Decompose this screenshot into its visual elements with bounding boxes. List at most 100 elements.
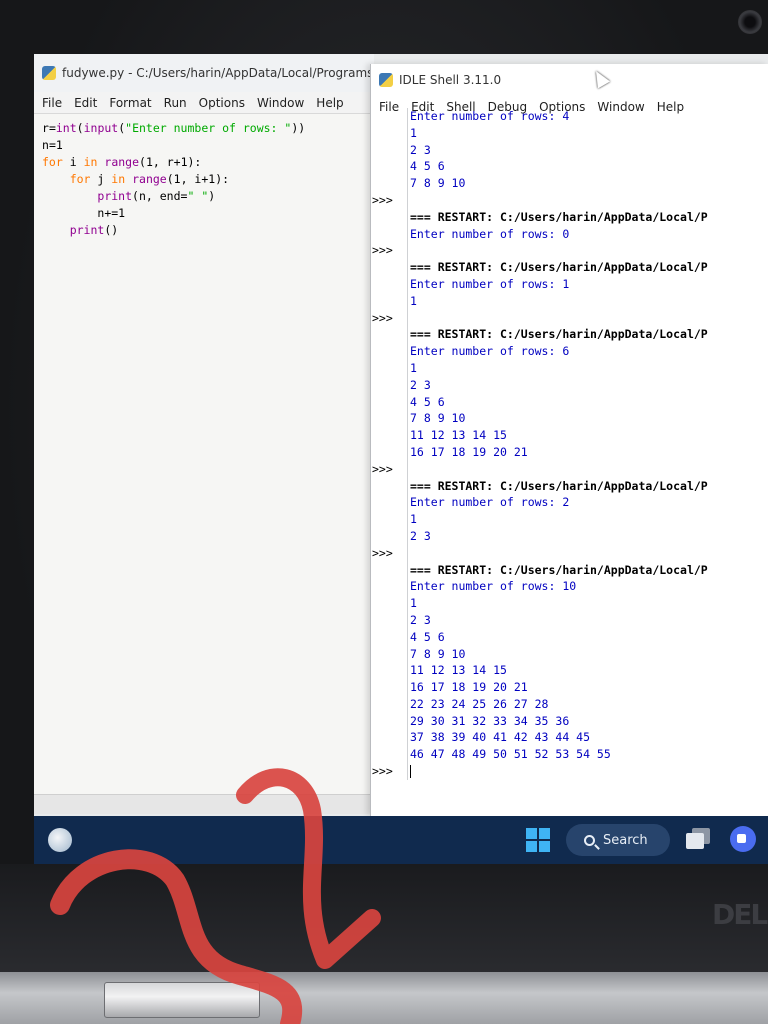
shell-prompt: >>> [372,461,393,476]
shell-output-line: 4 5 6 [410,629,445,644]
webcam-icon [738,10,762,34]
shell-prompt [371,142,405,159]
shell-prompt [371,427,405,444]
shell-prompt [371,360,405,377]
shell-prompt: >>> [372,545,393,560]
shell-prompt [371,226,405,243]
shell-output-line: 1 [410,360,417,375]
shell-prompt [371,394,405,411]
shell-restart-line: === RESTART: C:/Users/harin/AppData/Loca… [410,209,708,224]
shell-input-line[interactable] [410,763,708,780]
editor-titlebar[interactable]: fudywe.py - C:/Users/harin/AppData/Local… [34,54,374,92]
shell-prompt [371,746,405,763]
shell-prompt [371,175,405,192]
shell-output-line: 1 [410,125,417,140]
shell-prompt [371,209,405,226]
shell-output-line: Enter number of rows: 2 [410,495,570,510]
editor-menu-options[interactable]: Options [199,96,245,110]
shell-prompt [371,578,405,595]
code-line: n=1 [42,138,63,152]
lower-bezel [0,864,768,974]
shell-prompt-gutter: >>> >>> >>> >>> >>> >>> [371,108,405,780]
shell-output-line [410,192,708,209]
shell-restart-line: === RESTART: C:/Users/harin/AppData/Loca… [410,478,708,493]
shell-prompt [371,729,405,746]
shell-output-line: 11 12 13 14 15 [410,428,507,443]
shell-output-line: Enter number of rows: 0 [410,226,570,241]
shell-output-line: Enter number of rows: 10 [410,579,577,594]
shell-prompt [371,679,405,696]
weather-widget-icon[interactable] [48,828,72,852]
editor-menu-edit[interactable]: Edit [74,96,97,110]
shell-output-line: 46 47 48 49 50 51 52 53 54 55 [410,747,611,762]
shell-prompt [371,662,405,679]
shell-prompt [371,696,405,713]
editor-menubar: File Edit Format Run Options Window Help [34,92,374,114]
code-editor[interactable]: r=int(input("Enter number of rows: ")) n=… [34,114,374,245]
shell-output-line [410,310,708,327]
shell-prompt: >>> [372,243,393,258]
code-line: n+=1 [97,206,126,220]
shell-output-line: 29 30 31 32 33 34 35 36 [410,713,570,728]
python-shell-icon [379,73,393,87]
shell-prompt [371,108,405,125]
shell-prompt [371,293,405,310]
shell-output-line: 16 17 18 19 20 21 [410,680,528,695]
laptop-hinge [104,982,260,1018]
taskbar-search-button[interactable]: Search [566,824,670,856]
shell-output-line: 1 [410,512,417,527]
search-icon [584,834,595,846]
editor-menu-help[interactable]: Help [316,96,343,110]
editor-menu-run[interactable]: Run [164,96,187,110]
shell-prompt [371,511,405,528]
shell-output-line: Enter number of rows: 6 [410,344,570,359]
taskbar: Search [34,816,768,864]
shell-prompt [371,343,405,360]
shell-prompt [371,494,405,511]
shell-titlebar[interactable]: IDLE Shell 3.11.0 [371,64,768,96]
shell-prompt [371,562,405,579]
shell-output-line [410,461,708,478]
task-view-icon[interactable] [686,828,710,850]
shell-prompt [371,276,405,293]
shell-output-line [410,545,708,562]
text-cursor [410,765,411,779]
shell-output-line: 2 3 [410,377,431,392]
shell-output-line: 7 8 9 10 [410,176,466,191]
code-line: for j in range(1, i+1): [69,172,230,186]
shell-output-line: 2 3 [410,612,431,627]
meet-app-icon[interactable] [730,826,756,852]
shell-prompt [371,158,405,175]
shell-prompt [371,444,405,461]
shell-restart-line: === RESTART: C:/Users/harin/AppData/Loca… [410,562,708,577]
editor-menu-file[interactable]: File [42,96,62,110]
shell-output-line: 16 17 18 19 20 21 [410,444,528,459]
shell-output-line: Enter number of rows: 1 [410,276,570,291]
shell-prompt: >>> [372,764,393,779]
code-line: r=int(input("Enter number of rows: ")) [42,121,306,135]
shell-prompt [371,125,405,142]
editor-menu-format[interactable]: Format [109,96,151,110]
editor-menu-window[interactable]: Window [257,96,304,110]
shell-output-line: 7 8 9 10 [410,411,466,426]
shell-prompt [371,478,405,495]
shell-output-line: 1 [410,293,417,308]
shell-output-line: 7 8 9 10 [410,646,466,661]
shell-output-line: 22 23 24 25 26 27 28 [410,696,549,711]
shell-output-line: 2 3 [410,142,431,157]
dell-logo: DELL [712,898,768,931]
shell-window: IDLE Shell 3.11.0 File Edit Shell Debug … [370,64,768,816]
shell-restart-line: === RESTART: C:/Users/harin/AppData/Loca… [410,260,708,275]
shell-prompt [371,646,405,663]
windows-start-icon[interactable] [526,828,550,852]
code-line: print() [69,223,119,237]
shell-prompt [371,612,405,629]
search-label: Search [603,832,648,848]
shell-prompt [371,713,405,730]
shell-output-line: 2 3 [410,528,431,543]
shell-output-line: Enter number of rows: 4 [410,109,570,123]
shell-output[interactable]: Enter number of rows: 412 34 5 67 8 9 10… [407,108,708,780]
shell-prompt [371,528,405,545]
shell-prompt [371,629,405,646]
screen: fudywe.py - C:/Users/harin/AppData/Local… [34,54,768,864]
